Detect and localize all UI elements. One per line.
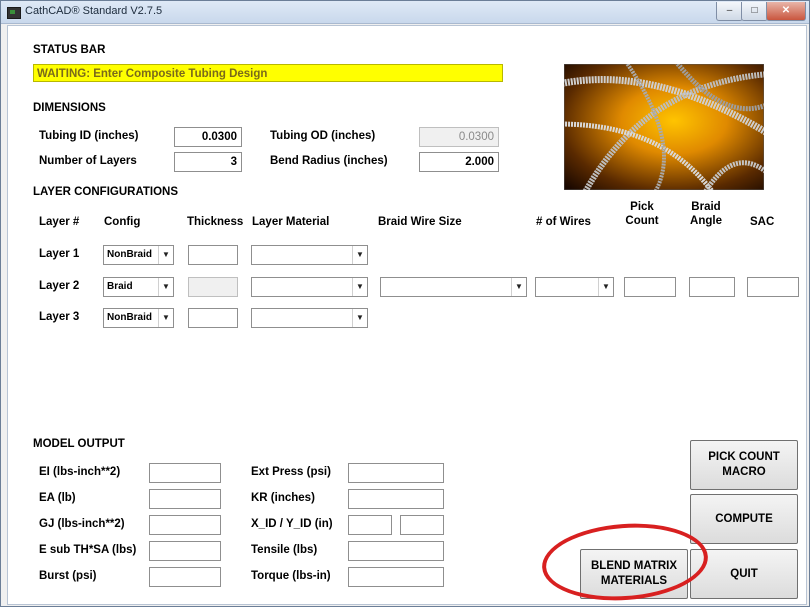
col-wire-size: Braid Wire Size (378, 216, 462, 228)
minimize-icon[interactable]: – (716, 2, 743, 21)
ea-label: EA (lb) (39, 492, 76, 504)
layer-2-braid-angle-input[interactable] (689, 277, 735, 297)
main-form: STATUS BAR WAITING: Enter Composite Tubi… (7, 25, 807, 606)
tensile-output (348, 541, 444, 561)
layer-3-config-value: NonBraid (107, 312, 152, 323)
pick-count-macro-button[interactable]: PICK COUNT MACRO (690, 440, 798, 490)
burst-output (149, 567, 221, 587)
kr-label: KR (inches) (251, 492, 315, 504)
layers-count-input[interactable]: 3 (174, 152, 242, 172)
ext-press-output (348, 463, 444, 483)
chevron-down-icon[interactable]: ▼ (352, 278, 367, 296)
layer-2-pick-count-input[interactable] (624, 277, 676, 297)
tubing-id-input[interactable]: 0.0300 (174, 127, 242, 147)
bend-radius-label: Bend Radius (inches) (270, 155, 388, 167)
col-sac: SAC (750, 216, 775, 228)
x-id-output (348, 515, 392, 535)
layer-2-sac-input[interactable] (747, 277, 799, 297)
blend-matrix-materials-button[interactable]: BLEND MATRIX MATERIALS (580, 549, 688, 599)
col-braid-angle: Braid Angle (690, 201, 722, 227)
col-config: Config (104, 216, 141, 228)
close-icon[interactable]: ✕ (766, 2, 806, 21)
layer-2-wires-select[interactable]: ▼ (535, 277, 614, 297)
col-wires: # of Wires (536, 216, 591, 228)
col-pick-count: Pick Count (625, 201, 659, 227)
layer-3-material-select[interactable]: ▼ (251, 308, 368, 328)
app-window: CathCAD® Standard V2.7.5 – □ ✕ STATUS BA… (0, 0, 810, 607)
esub-output (149, 541, 221, 561)
y-id-output (400, 515, 444, 535)
gj-output (149, 515, 221, 535)
layer-3-thickness-input[interactable] (188, 308, 238, 328)
gj-label: GJ (lbs-inch**2) (39, 518, 125, 530)
chevron-down-icon[interactable]: ▼ (598, 278, 613, 296)
chevron-down-icon[interactable]: ▼ (352, 309, 367, 327)
kr-output (348, 489, 444, 509)
braided-tubing-image (564, 64, 764, 190)
tubing-id-label: Tubing ID (inches) (39, 130, 139, 142)
maximize-icon[interactable]: □ (741, 2, 768, 21)
layer-1-label: Layer 1 (39, 248, 80, 260)
layer-1-config-select[interactable]: NonBraid ▼ (103, 245, 174, 265)
layer-2-config-value: Braid (107, 281, 133, 292)
layer-1-material-select[interactable]: ▼ (251, 245, 368, 265)
torque-output (348, 567, 444, 587)
torque-label: Torque (lbs-in) (251, 570, 331, 582)
ea-output (149, 489, 221, 509)
layer-2-wire-size-select[interactable]: ▼ (380, 277, 527, 297)
app-icon (7, 7, 21, 19)
ei-output (149, 463, 221, 483)
dimensions-heading: DIMENSIONS (33, 102, 106, 114)
chevron-down-icon[interactable]: ▼ (352, 246, 367, 264)
esub-label: E sub TH*SA (lbs) (39, 544, 137, 556)
chevron-down-icon[interactable]: ▼ (158, 309, 173, 327)
status-message: WAITING: Enter Composite Tubing Design (33, 64, 503, 82)
quit-button[interactable]: QUIT (690, 549, 798, 599)
chevron-down-icon[interactable]: ▼ (511, 278, 526, 296)
layer-3-config-select[interactable]: NonBraid ▼ (103, 308, 174, 328)
chevron-down-icon[interactable]: ▼ (158, 246, 173, 264)
layer-3-label: Layer 3 (39, 311, 80, 323)
col-layer: Layer # (39, 216, 80, 228)
layer-1-thickness-input[interactable] (188, 245, 238, 265)
col-material: Layer Material (252, 216, 330, 228)
layer-2-config-select[interactable]: Braid ▼ (103, 277, 174, 297)
layer-2-label: Layer 2 (39, 280, 80, 292)
bend-radius-input[interactable]: 2.000 (419, 152, 499, 172)
status-heading: STATUS BAR (33, 44, 106, 56)
output-heading: MODEL OUTPUT (33, 438, 125, 450)
ext-press-label: Ext Press (psi) (251, 466, 331, 478)
chevron-down-icon[interactable]: ▼ (158, 278, 173, 296)
tubing-od-input: 0.0300 (419, 127, 499, 147)
layers-count-label: Number of Layers (39, 155, 137, 167)
compute-button[interactable]: COMPUTE (690, 494, 798, 544)
tensile-label: Tensile (lbs) (251, 544, 318, 556)
col-thickness: Thickness (187, 216, 244, 228)
layer-2-material-select[interactable]: ▼ (251, 277, 368, 297)
tubing-od-label: Tubing OD (inches) (270, 130, 376, 142)
burst-label: Burst (psi) (39, 570, 97, 582)
ei-label: EI (lbs-inch**2) (39, 466, 121, 478)
window-title: CathCAD® Standard V2.7.5 (25, 5, 163, 17)
layer-2-thickness-input (188, 277, 238, 297)
title-bar: CathCAD® Standard V2.7.5 – □ ✕ (1, 1, 809, 24)
layers-heading: LAYER CONFIGURATIONS (33, 186, 179, 198)
xid-label: X_ID / Y_ID (in) (251, 518, 333, 530)
layer-1-config-value: NonBraid (107, 249, 152, 260)
